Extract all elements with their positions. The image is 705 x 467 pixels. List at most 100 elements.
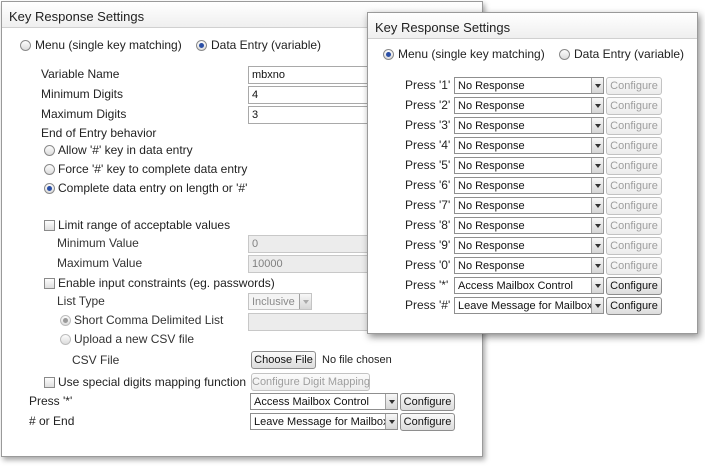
menu-mode-radio[interactable]: [20, 40, 31, 51]
data-entry-mode-label[interactable]: Data Entry (variable): [211, 38, 321, 52]
chevron-down-icon: [591, 98, 603, 113]
chevron-down-icon: [591, 258, 603, 273]
chevron-down-icon: [591, 138, 603, 153]
max-value-label: Maximum Value: [57, 256, 143, 270]
press-star-label: Press '*': [29, 394, 73, 408]
key-response-select[interactable]: No Response: [454, 257, 604, 274]
key-response-value: No Response: [458, 160, 525, 172]
limit-range-checkbox[interactable]: [44, 220, 55, 231]
key-response-value: No Response: [458, 80, 525, 92]
short-list-label[interactable]: Short Comma Delimited List: [74, 313, 223, 327]
end-of-entry-label: End of Entry behavior: [41, 126, 157, 140]
chevron-down-icon: [591, 78, 603, 93]
hash-or-end-value: Leave Message for Mailbox...: [254, 416, 398, 428]
configure-button[interactable]: Configure: [400, 413, 455, 431]
configure-button[interactable]: Configure: [606, 137, 662, 155]
panel-title: Key Response Settings: [368, 13, 697, 39]
data-entry-mode-label[interactable]: Data Entry (variable): [574, 47, 684, 61]
chevron-down-icon: [385, 394, 397, 409]
configure-button[interactable]: Configure: [400, 393, 455, 411]
press-key-label: Press '2': [405, 98, 451, 112]
menu-mode-radio[interactable]: [383, 49, 394, 60]
press-key-label: Press '1': [405, 78, 451, 92]
press-key-label: Press '9': [405, 238, 451, 252]
chevron-down-icon: [591, 298, 603, 313]
complete-on-length-label[interactable]: Complete data entry on length or '#': [58, 181, 247, 195]
hash-or-end-label: # or End: [29, 414, 75, 428]
no-file-chosen-text: No file chosen: [322, 354, 392, 366]
key-response-value: No Response: [458, 220, 525, 232]
key-response-value: No Response: [458, 180, 525, 192]
chevron-down-icon: [385, 414, 397, 429]
allow-hash-label[interactable]: Allow '#' key in data entry: [58, 143, 193, 157]
menu-settings-panel: Key Response Settings Menu (single key m…: [367, 12, 698, 334]
key-response-select[interactable]: No Response: [454, 97, 604, 114]
data-entry-mode-radio[interactable]: [559, 49, 570, 60]
key-response-value: No Response: [458, 120, 525, 132]
menu-mode-label[interactable]: Menu (single key matching): [35, 38, 182, 52]
key-response-select[interactable]: No Response: [454, 237, 604, 254]
press-key-label: Press '3': [405, 118, 451, 132]
key-response-select[interactable]: Access Mailbox Control: [454, 277, 604, 294]
digit-mapping-checkbox[interactable]: [44, 377, 55, 388]
choose-file-button[interactable]: Choose File: [251, 351, 316, 369]
variable-name-label: Variable Name: [41, 67, 120, 81]
configure-button[interactable]: Configure: [606, 257, 662, 275]
configure-button[interactable]: Configure: [606, 297, 662, 315]
min-digits-label: Minimum Digits: [41, 87, 124, 101]
configure-button[interactable]: Configure: [606, 77, 662, 95]
key-response-value: Leave Message for Mailbox...: [458, 300, 602, 312]
chevron-down-icon: [591, 278, 603, 293]
min-value-label: Minimum Value: [57, 236, 139, 250]
key-response-select[interactable]: No Response: [454, 217, 604, 234]
configure-button[interactable]: Configure: [606, 117, 662, 135]
key-response-select[interactable]: No Response: [454, 77, 604, 94]
configure-button[interactable]: Configure: [606, 217, 662, 235]
configure-button[interactable]: Configure: [606, 177, 662, 195]
input-constraints-label[interactable]: Enable input constraints (eg. passwords): [58, 276, 275, 290]
press-key-label: Press '4': [405, 138, 451, 152]
input-constraints-checkbox[interactable]: [44, 278, 55, 289]
chevron-down-icon: [591, 198, 603, 213]
menu-mode-label[interactable]: Menu (single key matching): [398, 47, 545, 61]
upload-csv-label[interactable]: Upload a new CSV file: [74, 332, 194, 346]
key-response-select[interactable]: No Response: [454, 137, 604, 154]
key-response-select[interactable]: Leave Message for Mailbox...: [454, 297, 604, 314]
key-response-select[interactable]: No Response: [454, 177, 604, 194]
key-response-select[interactable]: No Response: [454, 197, 604, 214]
press-key-label: Press '0': [405, 258, 451, 272]
chevron-down-icon: [591, 218, 603, 233]
key-response-select[interactable]: No Response: [454, 157, 604, 174]
key-response-value: No Response: [458, 200, 525, 212]
list-type-label: List Type: [57, 294, 105, 308]
configure-button[interactable]: Configure: [606, 197, 662, 215]
configure-button[interactable]: Configure: [606, 97, 662, 115]
data-entry-mode-radio[interactable]: [196, 40, 207, 51]
chevron-down-icon: [591, 158, 603, 173]
key-response-select[interactable]: No Response: [454, 117, 604, 134]
allow-hash-radio[interactable]: [44, 145, 55, 156]
chevron-down-icon: [591, 118, 603, 133]
upload-csv-radio[interactable]: [60, 334, 71, 345]
list-type-select[interactable]: Inclusive: [248, 293, 312, 310]
key-response-value: No Response: [458, 260, 525, 272]
key-response-value: Access Mailbox Control: [458, 280, 573, 292]
hash-or-end-select[interactable]: Leave Message for Mailbox...: [250, 413, 398, 430]
chevron-down-icon: [591, 238, 603, 253]
press-key-label: Press '#': [405, 298, 451, 312]
configure-button[interactable]: Configure: [606, 277, 662, 295]
short-list-radio[interactable]: [60, 315, 71, 326]
limit-range-label[interactable]: Limit range of acceptable values: [58, 218, 230, 232]
complete-on-length-radio[interactable]: [44, 183, 55, 194]
force-hash-label[interactable]: Force '#' key to complete data entry: [58, 162, 247, 176]
press-star-select[interactable]: Access Mailbox Control: [250, 393, 398, 410]
key-response-value: No Response: [458, 240, 525, 252]
digit-mapping-label[interactable]: Use special digits mapping function: [58, 375, 246, 389]
csv-file-label: CSV File: [72, 353, 120, 367]
force-hash-radio[interactable]: [44, 164, 55, 175]
configure-button[interactable]: Configure: [606, 237, 662, 255]
configure-digit-mapping-button[interactable]: Configure Digit Mapping: [251, 373, 370, 391]
press-key-label: Press '8': [405, 218, 451, 232]
configure-button[interactable]: Configure: [606, 157, 662, 175]
list-type-value: Inclusive: [252, 296, 295, 308]
